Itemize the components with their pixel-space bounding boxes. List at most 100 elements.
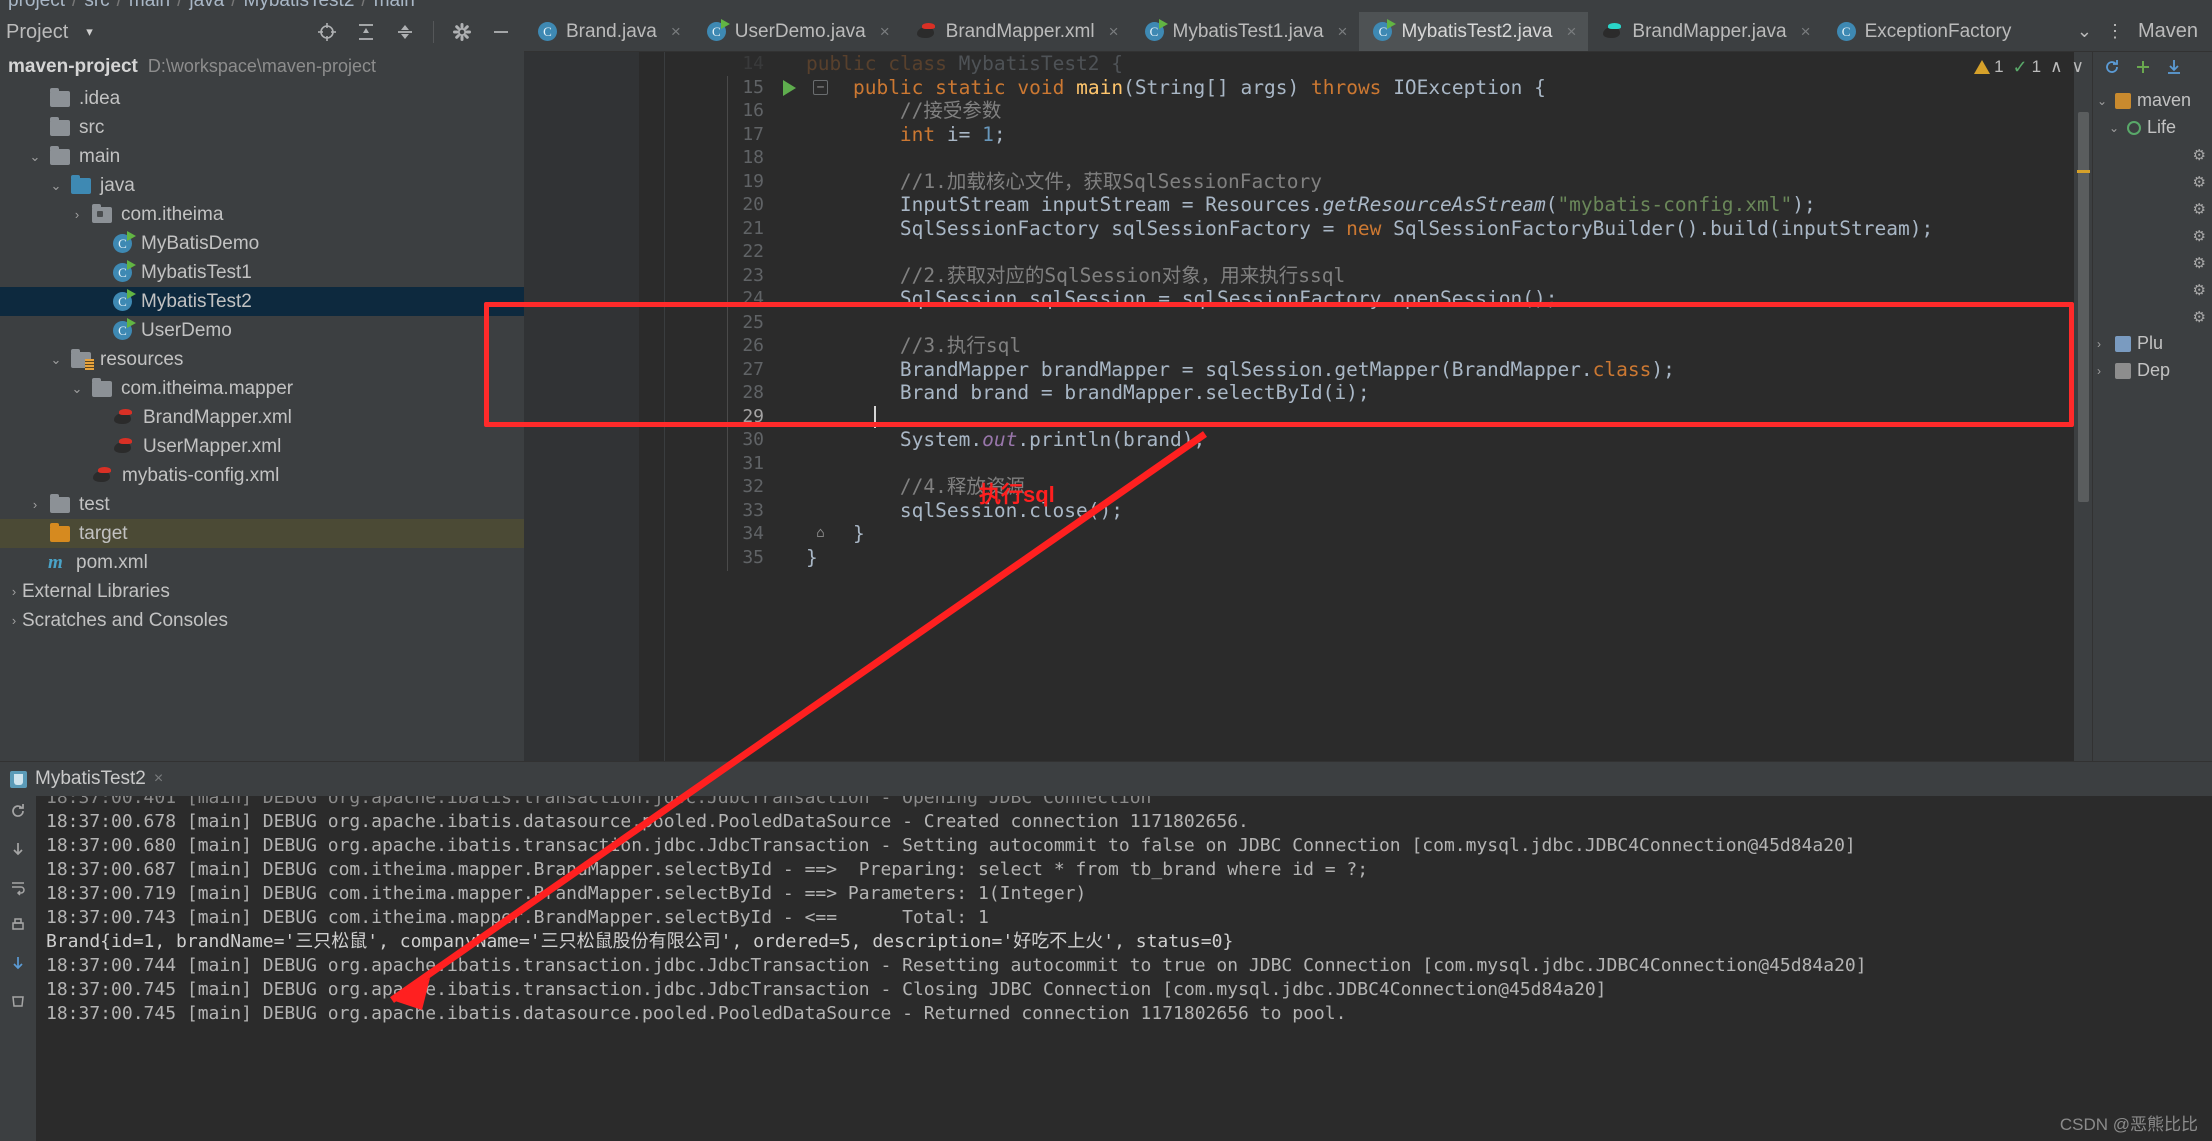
code-line[interactable]: 24 SqlSession sqlSession = sqlSessionFac… — [665, 287, 2092, 311]
tree-item-brandmapper-xml[interactable]: › BrandMapper.xml — [0, 403, 524, 432]
tree-item-mybatisdemo[interactable]: › MyBatisDemo — [0, 229, 524, 258]
close-icon[interactable]: × — [154, 770, 163, 788]
maven-tree-item[interactable]: ⚙ — [2093, 303, 2212, 330]
code-line[interactable]: 22 — [665, 240, 2092, 264]
code-line[interactable]: 33 sqlSession.close(); — [665, 499, 2092, 523]
close-icon[interactable]: × — [1109, 22, 1119, 42]
chevron-right-icon[interactable]: › — [69, 468, 85, 483]
refresh-icon[interactable] — [2103, 58, 2121, 81]
chevron-right-icon[interactable]: › — [90, 323, 106, 338]
code-line[interactable]: 21 SqlSessionFactory sqlSessionFactory =… — [665, 217, 2092, 241]
tree-item-test[interactable]: › test — [0, 490, 524, 519]
maven-tree-item[interactable]: ⚙ — [2093, 141, 2212, 168]
maven-tree-item[interactable]: ⚙ — [2093, 195, 2212, 222]
tree-item-main[interactable]: ⌄ main — [0, 142, 524, 171]
prev-highlight-icon[interactable]: ∧ — [2050, 57, 2062, 77]
breadcrumb-item[interactable]: src — [84, 0, 109, 11]
editor-inspection-hud[interactable]: 1 ✓ 1 ∧ ∨ — [1974, 54, 2084, 80]
code-line[interactable]: 25 — [665, 311, 2092, 335]
chevron-right-icon[interactable]: › — [27, 91, 43, 106]
down-arrow-icon[interactable] — [9, 954, 27, 977]
ok-indicator[interactable]: ✓ 1 — [2013, 57, 2042, 78]
editor-code-area[interactable]: 14 public class MybatisTest2 {15 public s… — [665, 52, 2092, 761]
chevron-right-icon[interactable]: › — [69, 207, 85, 222]
chevron-right-icon[interactable]: › — [90, 236, 106, 251]
breadcrumb-item[interactable]: java — [189, 0, 224, 11]
code-line[interactable]: 29 — [665, 405, 2092, 429]
chevron-right-icon[interactable]: › — [90, 439, 106, 454]
close-icon[interactable]: × — [880, 22, 890, 42]
code-line[interactable]: 32 //4.释放资源 — [665, 475, 2092, 499]
download-icon[interactable] — [2165, 58, 2183, 81]
console-output[interactable]: 18:37:00.401 [main] DEBUG org.apache.iba… — [36, 796, 2212, 1141]
chevron-right-icon[interactable]: › — [2097, 364, 2109, 378]
maven-toolbar[interactable] — [2093, 52, 2212, 87]
editor-marker-column[interactable] — [2074, 52, 2092, 761]
project-root-row[interactable]: maven-project D:\workspace\maven-project — [0, 52, 524, 84]
code-line[interactable]: 19 //1.加载核心文件，获取SqlSessionFactory — [665, 170, 2092, 194]
maven-tree-item[interactable]: ⚙ — [2093, 276, 2212, 303]
close-icon[interactable]: × — [1566, 22, 1576, 42]
tree-item-com-itheima-mapper[interactable]: ⌄ com.itheima.mapper — [0, 374, 524, 403]
chevron-right-icon[interactable]: › — [90, 410, 106, 425]
chevron-right-icon[interactable]: › — [6, 613, 22, 628]
fold-collapse-icon[interactable]: − — [813, 79, 828, 95]
soft-wrap-icon[interactable] — [9, 878, 27, 901]
maven-tree-item[interactable]: ⚙ — [2093, 249, 2212, 276]
tree-item-mybatis-config-xml[interactable]: › mybatis-config.xml — [0, 461, 524, 490]
tree-item-usermapper-xml[interactable]: › UserMapper.xml — [0, 432, 524, 461]
print-icon[interactable] — [9, 916, 27, 939]
editor-fold-column[interactable] — [639, 52, 665, 761]
chevron-right-icon[interactable]: › — [27, 120, 43, 135]
gear-icon[interactable] — [451, 21, 473, 43]
next-highlight-icon[interactable]: ∨ — [2072, 57, 2084, 77]
add-icon[interactable] — [2134, 58, 2152, 81]
chevron-right-icon[interactable]: › — [6, 584, 22, 599]
maven-tree-item[interactable]: ⚙ — [2093, 168, 2212, 195]
fold-end-icon[interactable]: ⌂ — [813, 526, 828, 541]
chevron-right-icon[interactable]: › — [2097, 337, 2109, 351]
run-tab-mybatistest2[interactable]: MybatisTest2 × — [10, 768, 163, 790]
locate-icon[interactable] — [316, 21, 338, 43]
maven-tree-item-life[interactable]: ⌄ Life — [2093, 114, 2212, 141]
tree-item-java[interactable]: ⌄ java — [0, 171, 524, 200]
breadcrumb-item[interactable]: MybatisTest2 — [244, 0, 355, 11]
run-tool-window[interactable]: MybatisTest2 × 18:37:00.401 [main] DEBUG… — [0, 761, 2212, 1141]
code-line[interactable]: 17 int i= 1; — [665, 123, 2092, 147]
maven-tool-window-label[interactable]: Maven — [2138, 20, 2198, 43]
breadcrumb-item[interactable]: main — [374, 0, 415, 11]
breadcrumb-item[interactable]: main — [129, 0, 170, 11]
close-icon[interactable]: × — [1801, 22, 1811, 42]
editor-gutter[interactable] — [524, 52, 639, 761]
minimize-icon[interactable] — [490, 21, 512, 43]
chevron-right-icon[interactable]: › — [27, 526, 43, 541]
chevron-down-icon[interactable]: ⌄ — [48, 178, 64, 194]
project-tree-panel[interactable]: maven-project D:\workspace\maven-project… — [0, 52, 524, 761]
maven-tree-item[interactable]: ⚙ — [2093, 222, 2212, 249]
tabs-more-icon[interactable]: ⋮ — [2106, 21, 2124, 42]
code-line[interactable]: 27 BrandMapper brandMapper = sqlSession.… — [665, 358, 2092, 382]
breadcrumb-item[interactable]: project — [8, 0, 65, 11]
chevron-right-icon[interactable]: › — [90, 294, 106, 309]
code-line[interactable]: 31 — [665, 452, 2092, 476]
tree-item-mybatistest1[interactable]: › MybatisTest1 — [0, 258, 524, 287]
collapse-all-icon[interactable] — [394, 21, 416, 43]
run-tab-bar[interactable]: MybatisTest2 × — [0, 762, 2212, 796]
editor-tab-mybatistest1-java[interactable]: MybatisTest1.java × — [1131, 12, 1360, 51]
code-line[interactable]: 14 public class MybatisTest2 { — [665, 52, 2092, 76]
code-line[interactable]: 35} — [665, 546, 2092, 570]
tree-item-pom-xml[interactable]: › m pom.xml — [0, 548, 524, 577]
code-line[interactable]: 20 InputStream inputStream = Resources.g… — [665, 193, 2092, 217]
chevron-down-icon[interactable]: ⌄ — [2097, 94, 2109, 108]
code-editor[interactable]: 14 public class MybatisTest2 {15 public s… — [484, 52, 2092, 761]
maven-tree-item-maven[interactable]: ⌄ maven — [2093, 87, 2212, 114]
code-line[interactable]: 16 //接受参数 — [665, 99, 2092, 123]
tree-item-target[interactable]: › target — [0, 519, 524, 548]
rerun-icon[interactable] — [9, 802, 27, 825]
chevron-down-icon[interactable]: ⌄ — [69, 381, 85, 397]
expand-all-icon[interactable] — [355, 21, 377, 43]
editor-tab-userdemo-java[interactable]: UserDemo.java × — [693, 12, 902, 51]
warning-indicator[interactable]: 1 — [1974, 57, 2004, 77]
maven-tool-window[interactable]: ⌄ maven ⌄ Life ⚙ ⚙ ⚙ ⚙ ⚙ ⚙ ⚙ › Plu › Dep — [2092, 52, 2212, 761]
code-line[interactable]: 18 — [665, 146, 2092, 170]
